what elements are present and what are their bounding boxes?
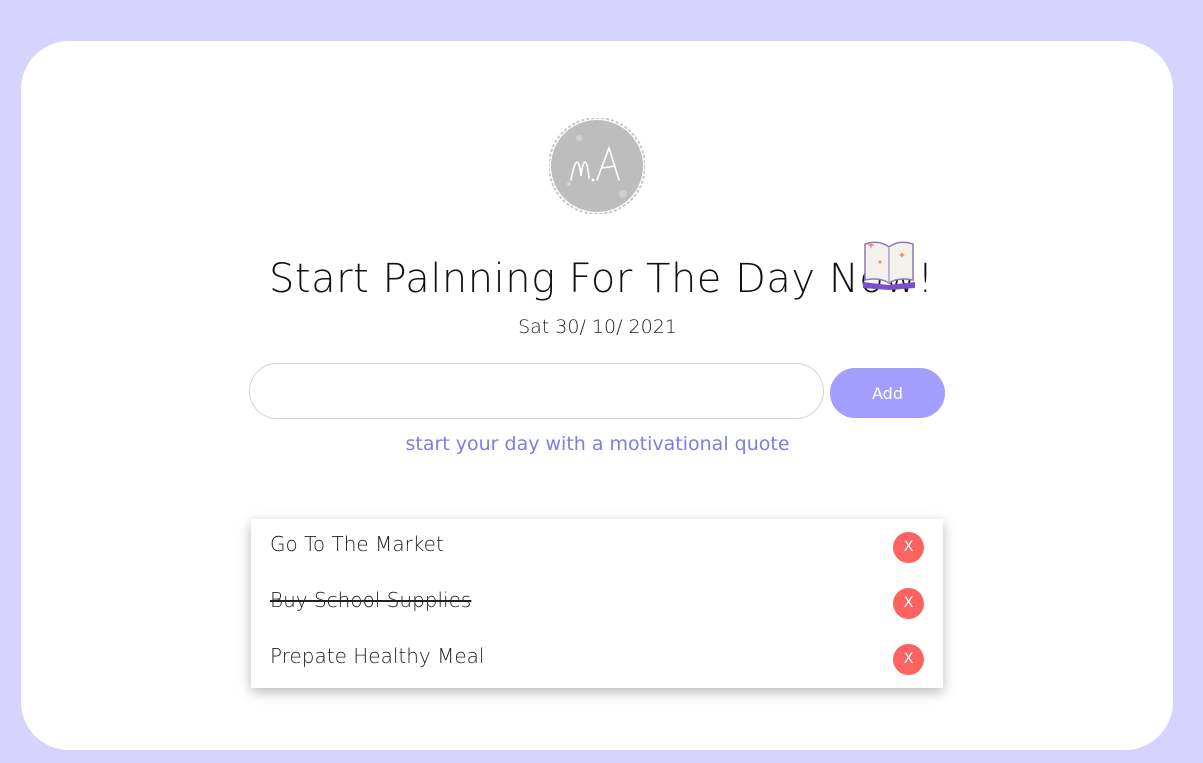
title-row: Start Palnning For The Day Now! bbox=[0, 238, 1203, 308]
task-item: Prepate Healthy Meal X bbox=[251, 631, 943, 687]
task-text[interactable]: Go To The Market bbox=[270, 532, 444, 556]
page-title: Start Palnning For The Day Now! bbox=[269, 256, 934, 302]
motivational-quote-link[interactable]: start your day with a motivational quote bbox=[0, 433, 1195, 455]
delete-task-button[interactable]: X bbox=[893, 588, 924, 619]
open-book-icon bbox=[863, 241, 915, 290]
task-text-completed[interactable]: Buy School Supplies bbox=[270, 588, 471, 612]
current-date: Sat 30/ 10/ 2021 bbox=[518, 316, 677, 338]
task-item: Go To The Market X bbox=[251, 519, 943, 575]
add-button[interactable]: Add bbox=[830, 368, 945, 418]
delete-task-button[interactable]: X bbox=[893, 532, 924, 563]
task-list: Go To The Market X Buy School Supplies X… bbox=[251, 519, 943, 688]
logo-avatar bbox=[549, 118, 645, 214]
task-input[interactable] bbox=[249, 363, 824, 419]
task-text[interactable]: Prepate Healthy Meal bbox=[270, 644, 485, 668]
delete-task-button[interactable]: X bbox=[893, 644, 924, 675]
task-item: Buy School Supplies X bbox=[251, 575, 943, 631]
